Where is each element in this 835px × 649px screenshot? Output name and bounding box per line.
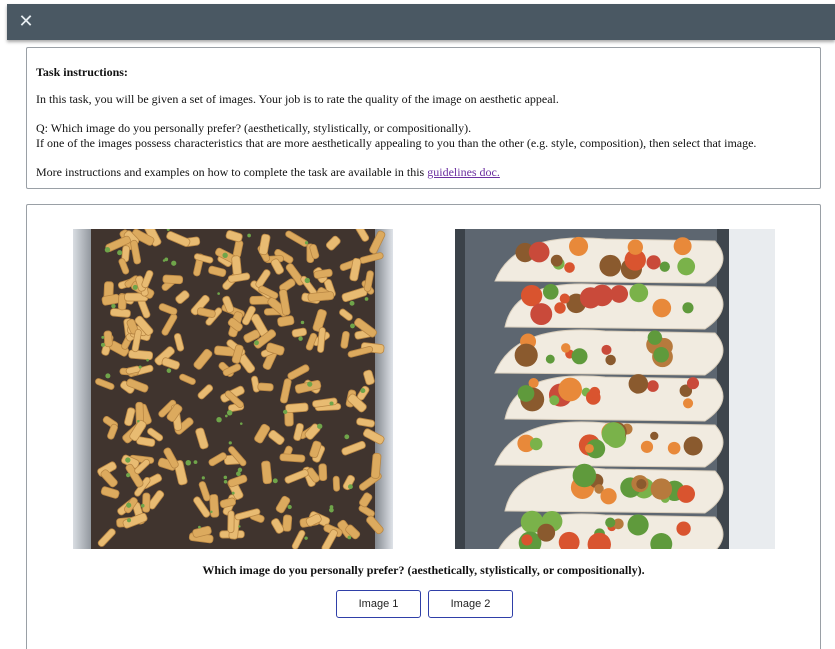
instructions-title: Task instructions:	[36, 65, 128, 79]
image-1-button[interactable]: Image 1	[336, 590, 421, 618]
instructions-question: Q: Which image do you personally prefer?…	[36, 121, 472, 135]
top-bar: ✕	[7, 4, 835, 40]
tacos-tray-image	[455, 229, 775, 549]
guidelines-link[interactable]: guidelines doc.	[427, 165, 500, 179]
instructions-detail: If one of the images possess characteris…	[36, 136, 757, 150]
image-2	[455, 229, 775, 549]
image-1	[73, 229, 393, 549]
instructions-more: More instructions and examples on how to…	[36, 165, 811, 180]
question-text: Which image do you personally prefer? (a…	[202, 563, 645, 577]
instructions-panel: Task instructions: In this task, you wil…	[26, 47, 821, 189]
task-panel: Which image do you personally prefer? (a…	[26, 204, 821, 649]
close-icon[interactable]: ✕	[15, 11, 37, 33]
pasta-tray-image	[73, 229, 393, 549]
instructions-intro: In this task, you will be given a set of…	[36, 92, 559, 106]
image-2-button[interactable]: Image 2	[428, 590, 513, 618]
instructions-more-text: More instructions and examples on how to…	[36, 165, 428, 179]
